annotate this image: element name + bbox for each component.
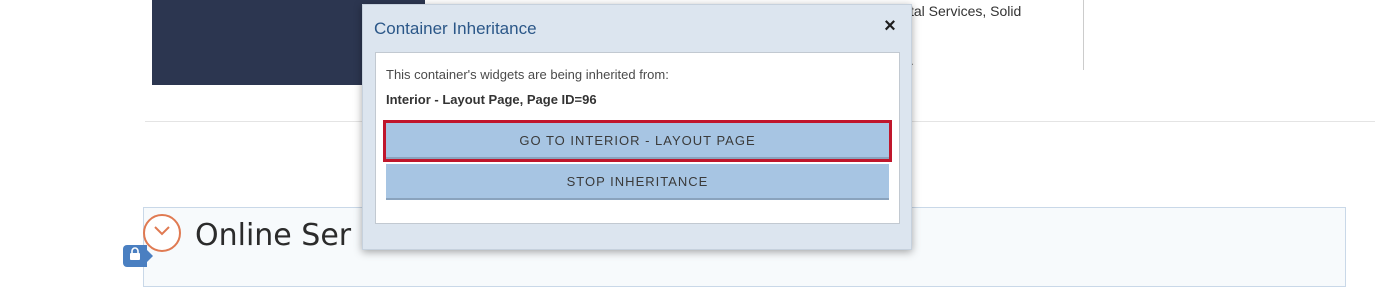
dialog-body: This container's widgets are being inher…: [375, 52, 900, 224]
close-icon: ×: [884, 15, 896, 37]
expand-toggle-button[interactable]: [143, 214, 181, 252]
inherit-source: Interior - Layout Page, Page ID=96: [386, 92, 597, 107]
inherit-message: This container's widgets are being inher…: [386, 67, 669, 82]
go-to-layout-page-button[interactable]: GO TO INTERIOR - LAYOUT PAGE: [383, 120, 892, 162]
column-divider: [1083, 0, 1084, 70]
stop-inheritance-button[interactable]: STOP INHERITANCE: [386, 164, 889, 200]
container-inheritance-dialog: Container Inheritance × This container's…: [362, 4, 912, 250]
lock-icon: [129, 246, 141, 266]
dialog-title: Container Inheritance: [374, 19, 537, 38]
chevron-down-icon: [153, 224, 171, 242]
close-button[interactable]: ×: [882, 15, 898, 37]
section-heading: Online Ser: [195, 218, 352, 253]
background-services-text: tal Services, Solid: [910, 3, 1022, 19]
